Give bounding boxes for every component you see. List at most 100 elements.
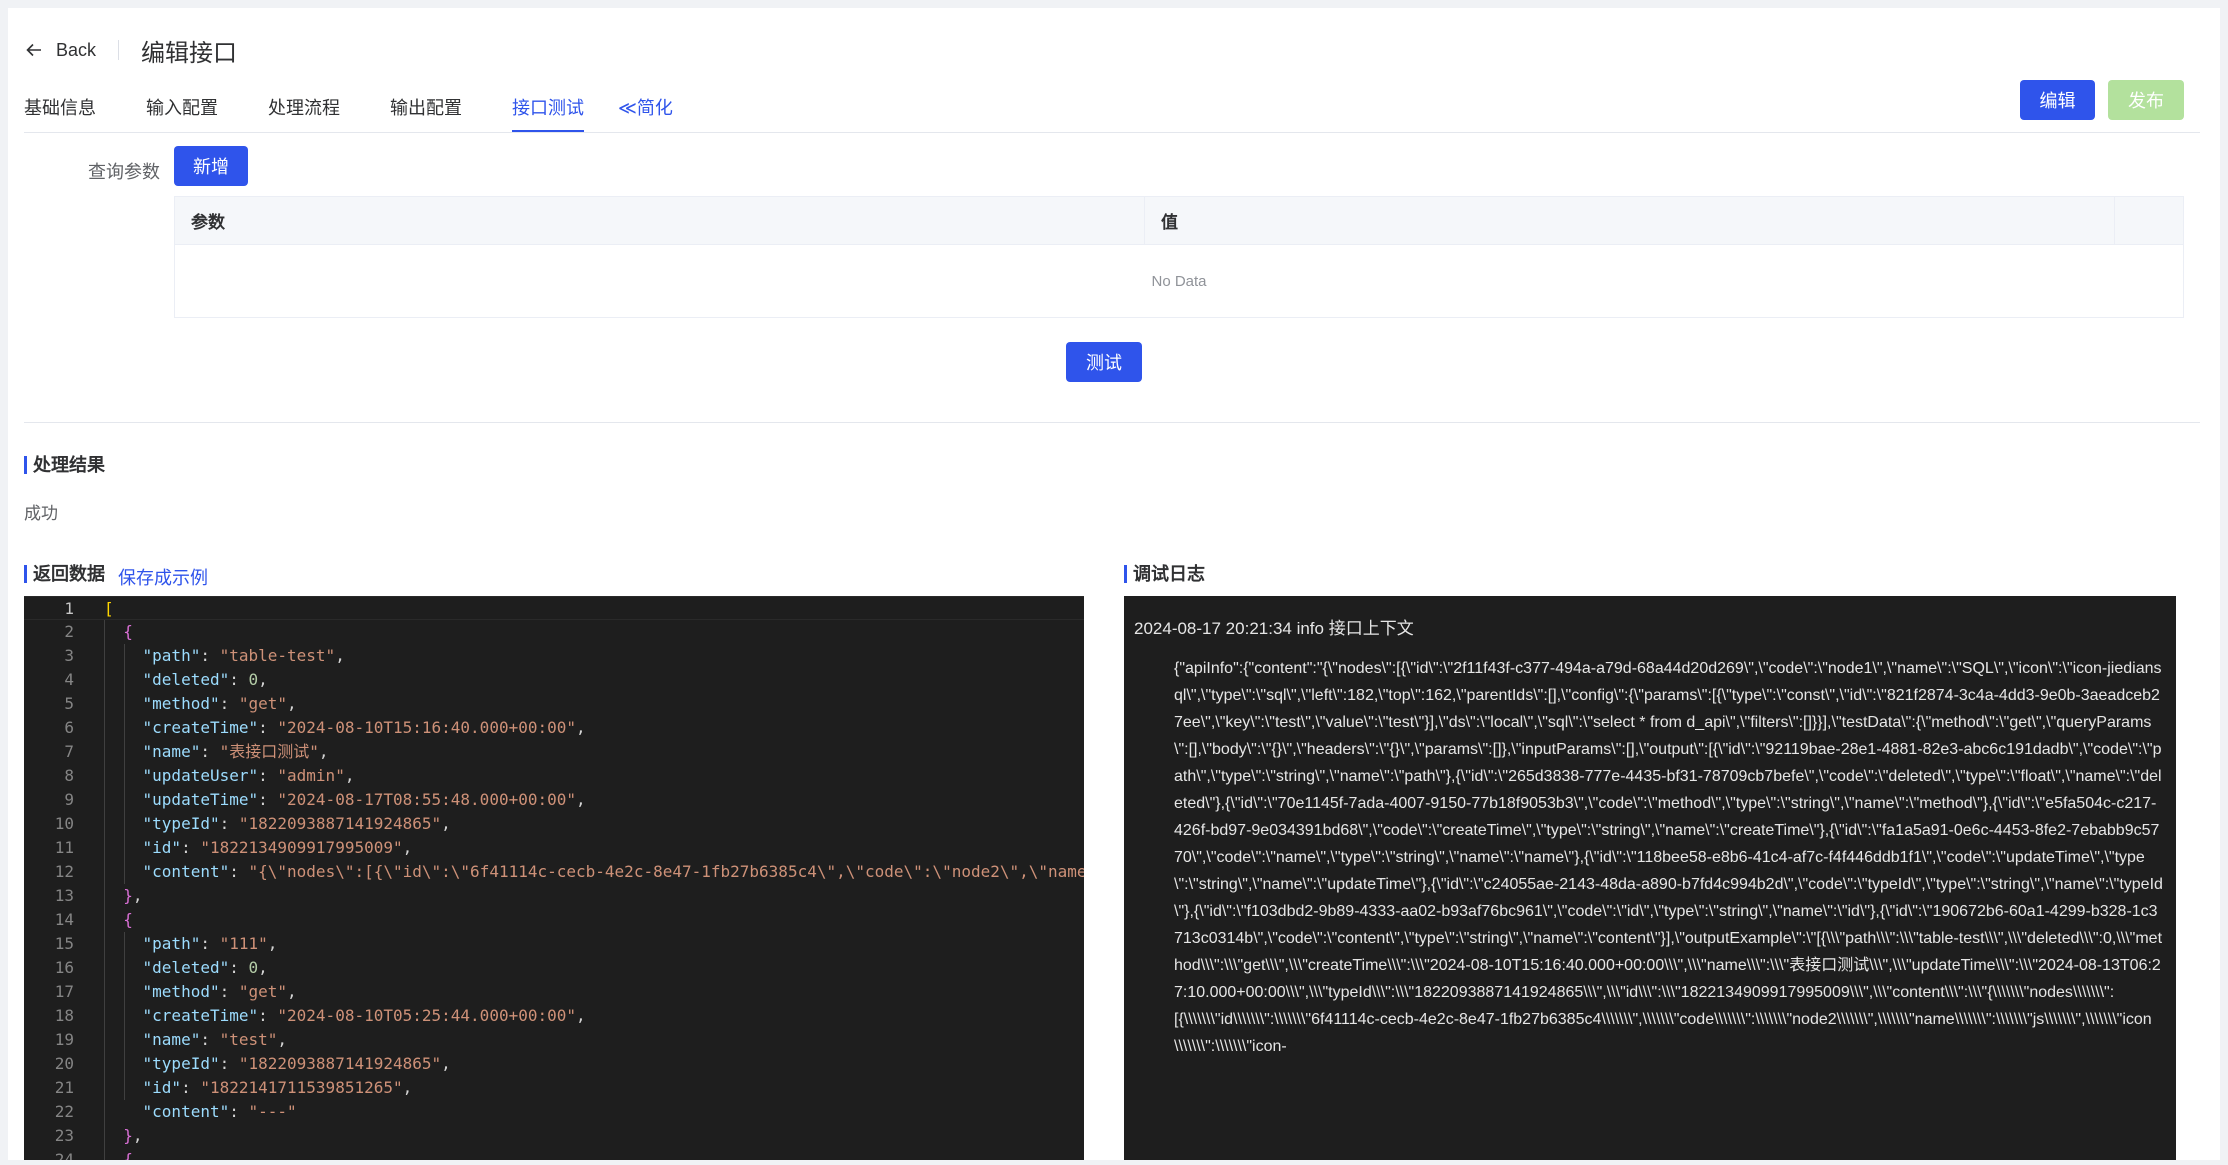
line-number: 10: [54, 814, 74, 833]
returned-data-title: 返回数据: [24, 565, 105, 583]
tab-bar: 基础信息 输入配置 处理流程 输出配置 接口测试 ≪简化: [24, 90, 673, 132]
edit-button[interactable]: 编辑: [2020, 80, 2095, 120]
line-number: 18: [54, 1006, 74, 1025]
code-text: "content": "---": [142, 1102, 297, 1121]
table-header: 参数 值: [175, 197, 2183, 245]
code-line: 8 "updateUser": "admin",: [24, 764, 1084, 788]
page: Back 编辑接口 基础信息 输入配置 处理流程 输出配置 接口测试 ≪简化 编…: [0, 0, 2228, 1165]
code-line: 11 "id": "1822134909917995009",: [24, 836, 1084, 860]
log-entry-body: {"apiInfo":{"content":"{\"nodes\":[{\"id…: [1174, 660, 2163, 1055]
line-number: 2: [64, 622, 74, 641]
code-line: 6 "createTime": "2024-08-10T15:16:40.000…: [24, 716, 1084, 740]
empty-state: No Data: [1151, 272, 1207, 290]
arrow-left-icon: [24, 40, 44, 60]
result-title: 处理结果: [24, 456, 105, 474]
code-line: 2 {: [24, 620, 1084, 644]
line-number: 3: [64, 646, 74, 665]
line-number: 6: [64, 718, 74, 737]
line-number: 11: [54, 838, 74, 857]
line-number: 14: [54, 910, 74, 929]
code-line: 18 "createTime": "2024-08-10T05:25:44.00…: [24, 1004, 1084, 1028]
code-line: 14 {: [24, 908, 1084, 932]
code-line: 4 "deleted": 0,: [24, 668, 1084, 692]
column-header-param: 参数: [175, 197, 1145, 244]
line-number: 19: [54, 1030, 74, 1049]
line-number: 5: [64, 694, 74, 713]
code-line: 3 "path": "table-test",: [24, 644, 1084, 668]
tab-api-test[interactable]: 接口测试: [512, 94, 584, 132]
column-header-value: 值: [1145, 197, 2115, 244]
tab-process-flow[interactable]: 处理流程: [268, 94, 340, 132]
save-as-example-link[interactable]: 保存成示例: [118, 564, 208, 590]
code-text: "createTime": "2024-08-10T15:16:40.000+0…: [142, 718, 586, 737]
line-number: 22: [54, 1102, 74, 1121]
code-line: 1[: [24, 596, 1084, 620]
code-text: "deleted": 0,: [142, 958, 268, 977]
result-status: 成功: [24, 504, 58, 523]
code-line: 13 },: [24, 884, 1084, 908]
code-line: 22 "content": "---": [24, 1100, 1084, 1124]
code-line: 10 "typeId": "1822093887141924865",: [24, 812, 1084, 836]
code-text: "method": "get",: [142, 694, 297, 713]
header-divider: [118, 40, 120, 60]
line-number: 16: [54, 958, 74, 977]
page-title: 编辑接口: [141, 39, 238, 67]
code-text: "name": "表接口测试",: [142, 742, 329, 761]
code-text: },: [123, 1126, 143, 1145]
line-number: 21: [54, 1078, 74, 1097]
response-code-editor[interactable]: 1[2 {3 "path": "table-test", 4 "deleted":…: [24, 596, 1084, 1160]
back-label: Back: [56, 39, 97, 60]
query-params-label: 查询参数: [88, 162, 160, 182]
code-line: 23 },: [24, 1124, 1084, 1148]
code-text: "updateTime": "2024-08-17T08:55:48.000+0…: [142, 790, 586, 809]
tab-input-config[interactable]: 输入配置: [146, 94, 218, 132]
test-button[interactable]: 测试: [1066, 342, 1142, 382]
code-line: 15 "path": "111",: [24, 932, 1084, 956]
code-text: "path": "table-test",: [142, 646, 345, 665]
code-text: "method": "get",: [142, 982, 297, 1001]
back-button[interactable]: Back: [24, 40, 96, 61]
code-text: {: [123, 1150, 133, 1160]
line-number: 7: [64, 742, 74, 761]
line-number: 13: [54, 886, 74, 905]
code-text: "updateUser": "admin",: [142, 766, 355, 785]
line-number: 24: [54, 1150, 74, 1160]
line-number: 20: [54, 1054, 74, 1073]
code-text: "id": "1822134909917995009",: [142, 838, 413, 857]
code-text: "deleted": 0,: [142, 670, 268, 689]
code-text: [: [104, 599, 114, 618]
code-text: {: [123, 622, 133, 641]
code-line: 7 "name": "表接口测试",: [24, 740, 1084, 764]
code-line: 17 "method": "get",: [24, 980, 1084, 1004]
tab-basic-info[interactable]: 基础信息: [24, 94, 96, 132]
line-number: 4: [64, 670, 74, 689]
code-text: "createTime": "2024-08-10T05:25:44.000+0…: [142, 1006, 586, 1025]
code-line: 20 "typeId": "1822093887141924865",: [24, 1052, 1084, 1076]
code-text: "typeId": "1822093887141924865",: [142, 814, 451, 833]
code-text: },: [123, 886, 143, 905]
add-param-button[interactable]: 新增: [174, 146, 248, 186]
debug-log-panel[interactable]: 2024-08-17 20:21:34 info 接口上下文 {"apiInfo…: [1124, 596, 2176, 1160]
line-number: 8: [64, 766, 74, 785]
code-text: "path": "111",: [142, 934, 278, 953]
code-text: {: [123, 910, 133, 929]
code-text: "id": "1822141711539851265",: [142, 1078, 413, 1097]
code-line: 5 "method": "get",: [24, 692, 1084, 716]
page-header: Back 编辑接口: [24, 30, 237, 70]
line-number: 15: [54, 934, 74, 953]
line-number: 23: [54, 1126, 74, 1145]
column-header-actions: [2115, 197, 2183, 244]
main-panel: Back 编辑接口 基础信息 输入配置 处理流程 输出配置 接口测试 ≪简化 编…: [8, 8, 2220, 1160]
line-number: 17: [54, 982, 74, 1001]
tabs-divider: [24, 132, 2200, 133]
tab-output-config[interactable]: 输出配置: [390, 94, 462, 132]
line-number: 1: [64, 599, 74, 618]
query-params-table: 参数 值 No Data: [174, 196, 2184, 318]
code-line: 19 "name": "test",: [24, 1028, 1084, 1052]
simplify-toggle[interactable]: ≪简化: [618, 94, 673, 132]
code-line: 21 "id": "1822141711539851265",: [24, 1076, 1084, 1100]
log-entry-header: 2024-08-17 20:21:34 info 接口上下文: [1134, 619, 1414, 638]
code-text: "typeId": "1822093887141924865",: [142, 1054, 451, 1073]
code-line: 9 "updateTime": "2024-08-17T08:55:48.000…: [24, 788, 1084, 812]
publish-button[interactable]: 发布: [2108, 80, 2184, 120]
